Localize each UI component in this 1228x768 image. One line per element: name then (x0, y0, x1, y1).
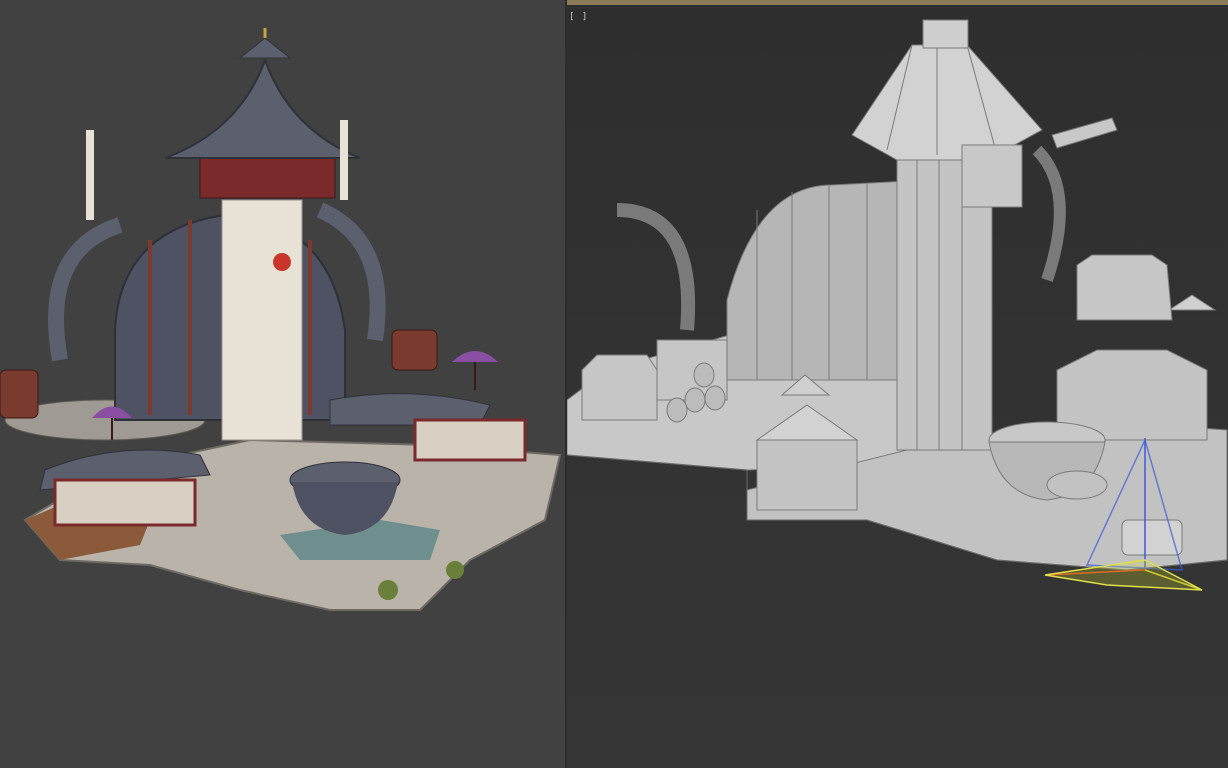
pagoda-balcony (199, 157, 336, 199)
wire-cone-roof (851, 44, 1043, 161)
barrel-right (391, 329, 438, 371)
front-left-pavilion (53, 478, 197, 527)
wire-barrel-1 (693, 362, 715, 388)
wire-right-arm (1032, 145, 1066, 282)
purple-umbrella-right (452, 351, 498, 362)
pagoda-roof (164, 57, 361, 159)
wireframe-building-model (567, 19, 1228, 591)
white-tower (221, 199, 303, 441)
left-pole (86, 130, 94, 220)
left-curved-arm (48, 217, 123, 362)
wire-barrel-4 (666, 397, 688, 423)
wire-left-arm (616, 203, 696, 331)
front-right-pavilion (413, 418, 527, 462)
right-pole (340, 120, 348, 200)
wire-left-tub (581, 354, 658, 421)
tower-emblem (273, 253, 291, 271)
wire-umbrella-right (1167, 294, 1217, 311)
wire-right-bucket (1076, 254, 1173, 321)
garden-bush (378, 580, 398, 600)
wire-box-block (961, 144, 1023, 208)
barrel-left (0, 369, 39, 419)
wire-barrel-2 (684, 387, 706, 413)
textured-building-render (0, 28, 562, 611)
pagoda-spire (238, 37, 292, 59)
garden-bush-2 (446, 561, 464, 579)
wire-cone-cap (922, 19, 969, 49)
wire-barrel-3 (704, 385, 726, 411)
wireframe-viewport-panel[interactable]: [ ] (567, 0, 1228, 768)
wire-small-bowl (1046, 470, 1108, 500)
wire-right-ribbon (1051, 117, 1118, 149)
textured-render-panel (0, 0, 565, 768)
